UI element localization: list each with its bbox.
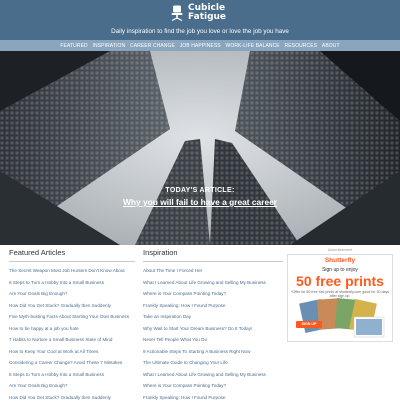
logo-line-2: Fatigue [188,13,226,22]
inspiration-list: About The Time I Forced Her What I Learn… [143,265,283,403]
office-chair-icon [170,5,184,21]
inspiration-article-link[interactable]: Why Wait to Start Your Dream Business? D… [143,323,283,335]
featured-article-link[interactable]: How Did You Get Stuck? Gradually then Su… [9,392,135,403]
inspiration-heading: Inspiration [143,248,283,259]
site-tagline: Daily inspiration to find the job you lo… [0,28,400,35]
featured-article-link[interactable]: Are Your Goals Big Enough? [9,288,135,300]
photo-prints-image [288,291,392,342]
ad-brand: Shutterfly [288,257,392,264]
ad-headline: 50 free prints [288,273,392,289]
ad-signup-button[interactable]: SIGN UP [296,321,322,328]
inspiration-article-link[interactable]: 9 Actionable Steps To Starting A Busines… [143,346,283,358]
nav-item-about[interactable]: About [320,43,343,49]
featured-article-link[interactable]: How to be happy at a job you hate [9,323,135,335]
featured-article-link[interactable]: Five Myth-busting Facts About Starting Y… [9,311,135,323]
divider [9,261,135,262]
featured-articles-heading: Featured Articles [9,248,135,259]
featured-article-link[interactable]: Considering a Career Change? Avoid These… [9,357,135,369]
inspiration-article-link[interactable]: About The Time I Forced Her [143,265,283,277]
featured-article-link[interactable]: The Secret Weapon Most Job Hunters Don't… [9,265,135,277]
nav-item-resources[interactable]: Resources [282,43,319,49]
skyscrapers-image [0,51,400,245]
inspiration-article-link[interactable]: What I Learned About Life Growing and Se… [143,277,283,289]
nav-item-work-life-balance[interactable]: Work-Life Balance [223,43,282,49]
nav-item-featured[interactable]: Featured [58,43,90,49]
featured-article-link[interactable]: 6 Steps to Turn a Hobby Into a Small Bus… [9,369,135,381]
featured-article-link[interactable]: Are Your Goals Big Enough? [9,380,135,392]
featured-article-link[interactable]: 7 Habits to Nurture a Small Business Sta… [9,334,135,346]
inspiration-section: Inspiration About The Time I Forced Her … [143,248,283,403]
inspiration-article-link[interactable]: Where is Your Compass Pointing Today? [143,380,283,392]
featured-article-link[interactable]: How Did You Get Stuck? Gradually then Su… [9,300,135,312]
todays-article-link[interactable]: Why you will fail to have a great career [0,197,400,207]
logo-text: Cubicle Fatigue [188,4,226,22]
inspiration-article-link[interactable]: Where is Your Compass Pointing Today? [143,288,283,300]
site-header: Cubicle Fatigue Daily inspiration to fin… [0,0,400,40]
todays-article-label: TODAY'S ARTICLE: [0,187,400,194]
nav-item-career-change[interactable]: Career Change [128,43,178,49]
inspiration-article-link[interactable]: What I Learned About Life Growing and Se… [143,369,283,381]
inspiration-article-link[interactable]: Frankly Speaking: How I Found Purpose [143,392,283,403]
inspiration-article-link[interactable]: Never Tell People What You Do [143,334,283,346]
inspiration-article-link[interactable]: Frankly Speaking: How I Found Purpose [143,300,283,312]
ad-banner[interactable]: Shutterfly Sign up to enjoy 50 free prin… [287,254,393,342]
main-nav: Featured Inspiration Career Change Job H… [0,40,400,51]
advertisement: Advertisement Shutterfly Sign up to enjo… [287,248,393,342]
inspiration-article-link[interactable]: Take an Inspiration Day [143,311,283,323]
featured-articles-section: Featured Articles The Secret Weapon Most… [9,248,135,403]
featured-article-link[interactable]: How to Keep Your Cool at Work at All Tim… [9,346,135,358]
divider [143,261,283,262]
site-logo[interactable]: Cubicle Fatigue [170,4,226,22]
nav-item-job-happiness[interactable]: Job Happiness [177,43,223,49]
hero-banner: TODAY'S ARTICLE: Why you will fail to ha… [0,51,400,245]
inspiration-article-link[interactable]: The Ultimate Guide to Changing Your Life [143,357,283,369]
featured-article-link[interactable]: 6 Steps to Turn a Hobby Into a Small Bus… [9,277,135,289]
nav-item-inspiration[interactable]: Inspiration [90,43,127,49]
featured-articles-list: The Secret Weapon Most Job Hunters Don't… [9,265,135,403]
